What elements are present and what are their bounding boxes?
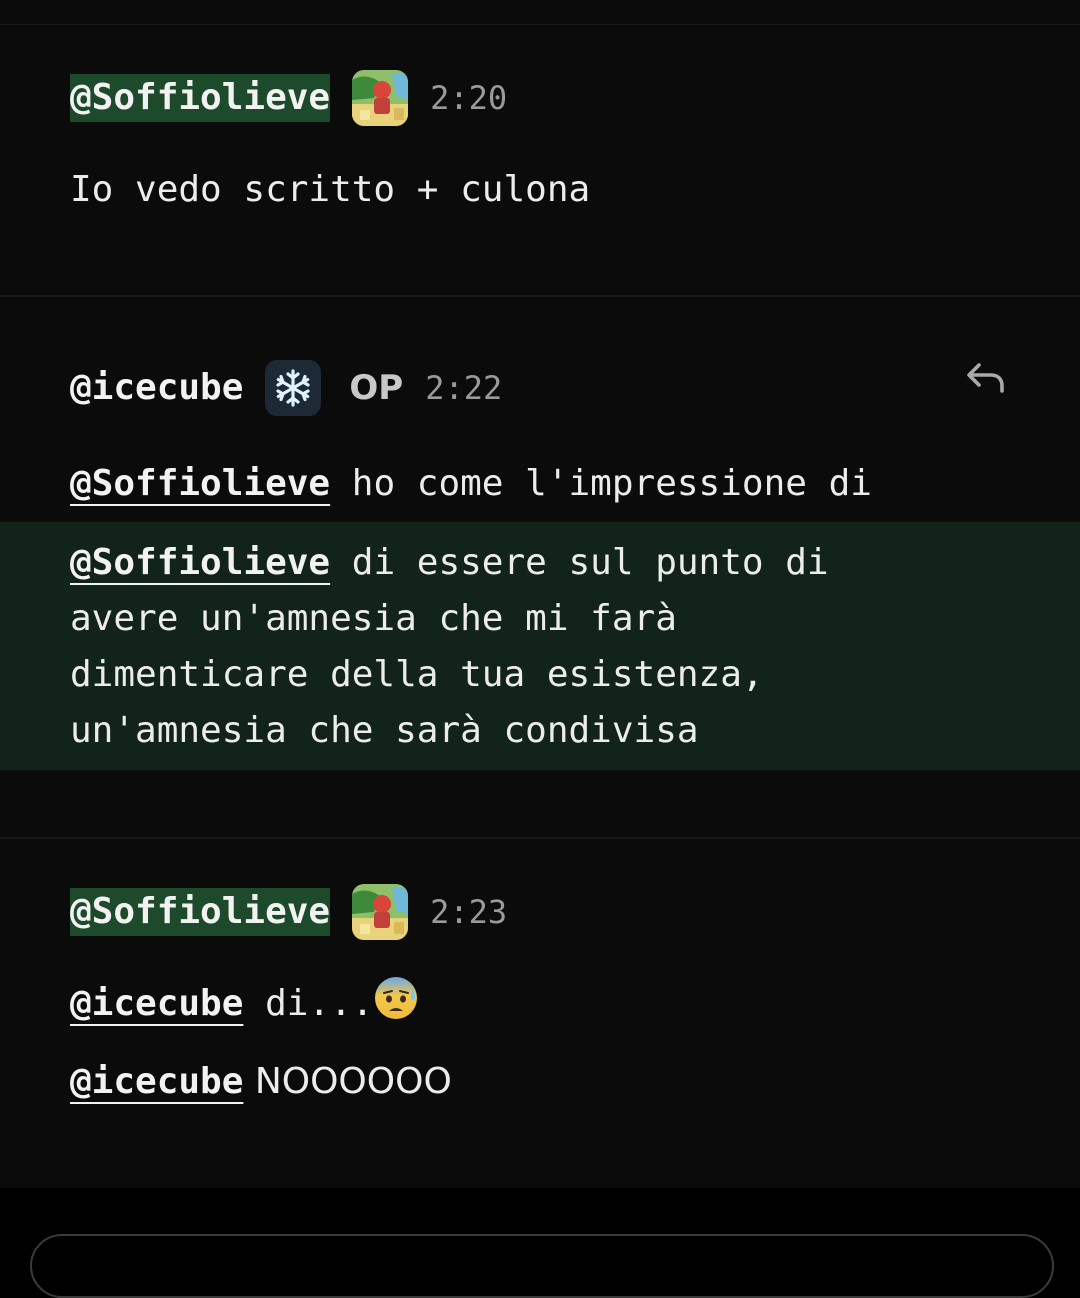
message-header: @icecube OP 2:22 (70, 358, 502, 418)
anxious-face-icon (373, 975, 419, 1038)
divider (0, 295, 1080, 297)
divider (0, 837, 1080, 839)
mention-link[interactable]: @Soffiolieve (70, 542, 330, 583)
reply-button[interactable] (962, 356, 1010, 400)
message-header: @Soffiolieve 2:23 (70, 882, 507, 942)
message-line: @icecube NOOOOOO (70, 1054, 452, 1110)
comment-thread: @Soffiolieve 2:20 Io vedo scritto + culo… (0, 0, 1080, 1188)
username-soffiolieve[interactable]: @Soffiolieve (70, 888, 331, 936)
message-line: @icecube di... (70, 975, 419, 1038)
message-line: @Soffiolieve ho come l'impressione di (70, 456, 872, 512)
top-strip (0, 0, 1080, 25)
avatar-soffiolieve[interactable] (352, 70, 409, 126)
username-icecube[interactable]: @icecube (70, 364, 243, 412)
mention-link[interactable]: @icecube (70, 983, 243, 1024)
mention-link[interactable]: @icecube (70, 1061, 243, 1102)
message-text: di essere sul punto di (330, 542, 829, 583)
op-badge: OP (349, 368, 404, 408)
message-text: Io vedo scritto + culona (70, 169, 591, 210)
reply-icon (967, 363, 1004, 393)
mention-link[interactable]: @Soffiolieve (70, 463, 330, 504)
message-time: 2:20 (430, 79, 508, 117)
message-text: dimenticare della tua esistenza, (70, 654, 764, 695)
avatar-soffiolieve[interactable] (352, 884, 409, 940)
message-time: 2:22 (425, 369, 503, 407)
message-text: di... (243, 983, 374, 1024)
message-text: ho come l'impressione di (330, 463, 872, 504)
snowflake-icon[interactable] (265, 360, 322, 416)
message-time: 2:23 (430, 893, 508, 931)
message-text: avere un'amnesia che mi farà (70, 598, 677, 639)
username-soffiolieve[interactable]: @Soffiolieve (70, 74, 331, 122)
message-text: NOOOOOO (243, 1061, 452, 1102)
reply-composer[interactable] (30, 1234, 1054, 1298)
message-line: @Soffiolieve di essere sul punto di (70, 535, 829, 591)
message-header: @Soffiolieve 2:20 (70, 68, 507, 128)
message-text: un'amnesia che sarà condivisa (70, 710, 699, 751)
